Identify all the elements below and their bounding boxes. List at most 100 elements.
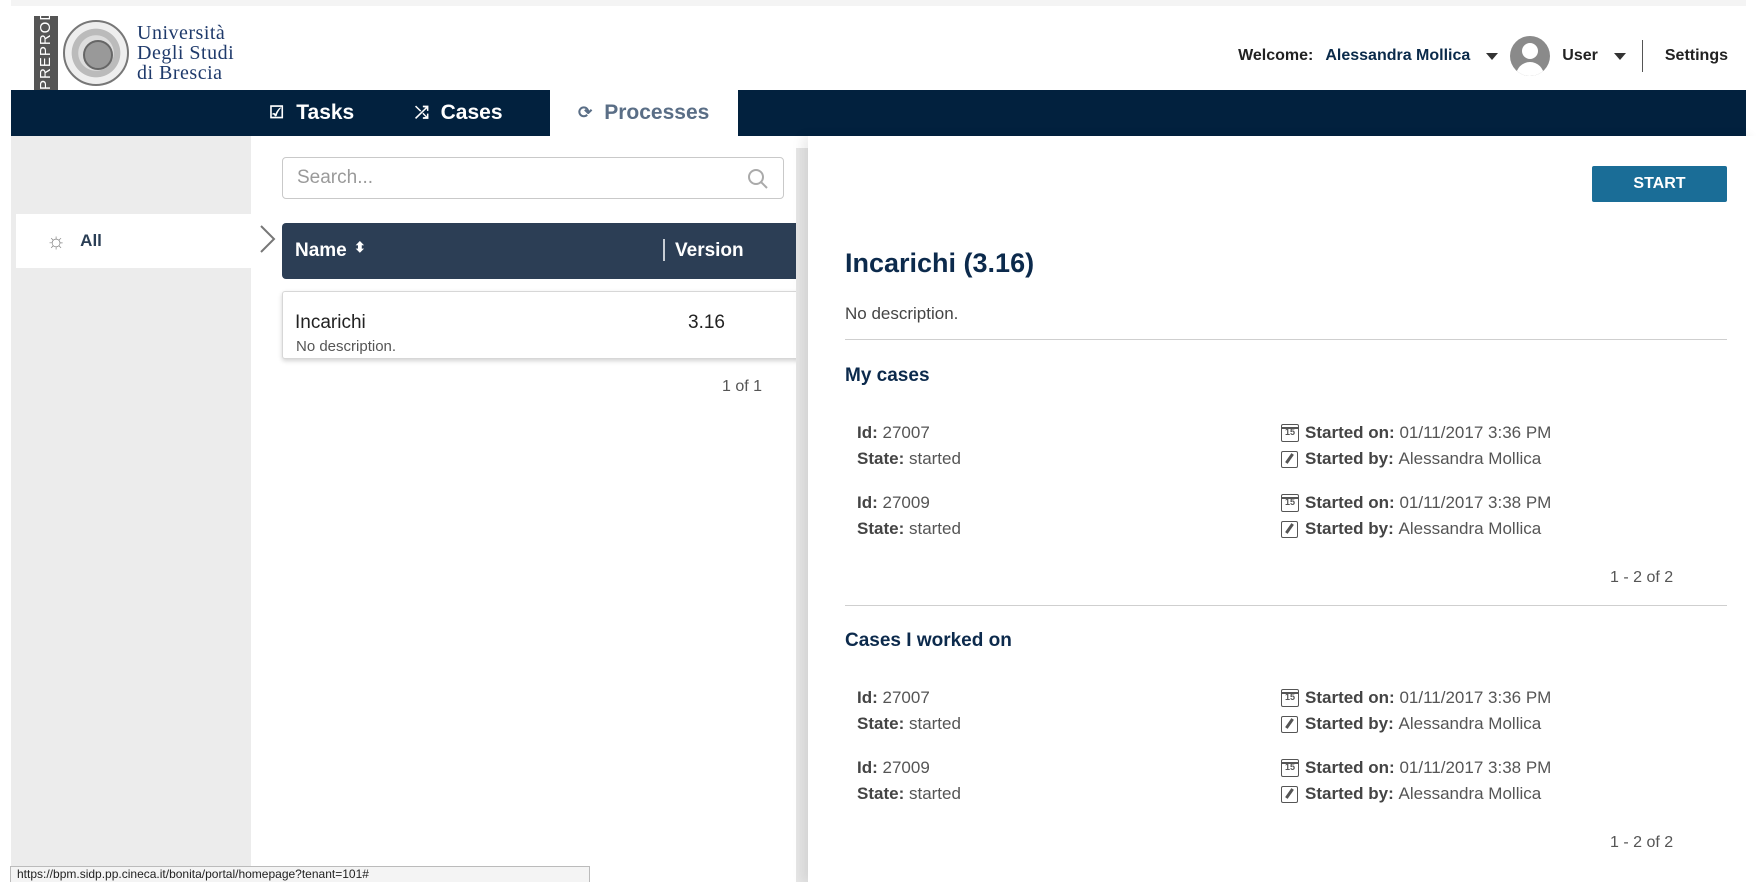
case-id: Id: 27007 <box>857 423 930 443</box>
case-state-value: started <box>908 449 961 468</box>
started-on-value: 01/11/2017 3:36 PM <box>1399 688 1552 707</box>
started-by-value: Alessandra Mollica <box>1398 714 1542 733</box>
started-on-label: Started on: <box>1305 758 1395 777</box>
search-field[interactable] <box>282 157 784 199</box>
university-name-line1: Università <box>137 22 226 44</box>
sidebar-item-all[interactable]: ☼ All <box>16 214 252 268</box>
case-id: Id: 27009 <box>857 758 930 778</box>
preprod-badge: PREPROD <box>34 9 58 90</box>
process-detail-description: No description. <box>845 304 959 323</box>
list-scrollbar[interactable] <box>796 148 808 882</box>
case-started-on: 15 Started on: 01/11/2017 3:38 PM <box>1281 493 1551 513</box>
case-id-label: Id: <box>857 758 878 777</box>
tab-processes-label: Processes <box>604 101 710 124</box>
divider <box>845 339 1727 340</box>
sun-icon: ☼ <box>46 228 67 253</box>
edit-icon <box>1281 450 1298 468</box>
case-state-label: State: <box>857 714 905 733</box>
started-on-label: Started on: <box>1305 423 1395 442</box>
profile-label[interactable]: User <box>1562 47 1598 65</box>
search-icon[interactable] <box>747 168 769 190</box>
worked-on-pager: 1 - 2 of 2 <box>1610 834 1674 851</box>
started-by-value: Alessandra Mollica <box>1398 519 1542 538</box>
app-header: PREPROD Università Degli Studi di Bresci… <box>11 0 1746 90</box>
column-header-name[interactable]: Name <box>295 240 347 262</box>
case-item[interactable]: Id: 27009 State: started 15 Started on: 0… <box>857 758 1717 808</box>
case-started-by: Started by: Alessandra Mollica <box>1281 519 1541 539</box>
case-state: State: started <box>857 714 961 734</box>
case-item[interactable]: Id: 27007 State: started 15 Started on: 0… <box>857 423 1717 473</box>
welcome-label: Welcome: <box>1238 47 1314 64</box>
university-name-line3: di Brescia <box>137 62 223 84</box>
profile-dropdown-caret-icon[interactable] <box>1613 52 1626 60</box>
case-item[interactable]: Id: 27009 State: started 15 Started on: 0… <box>857 493 1717 543</box>
university-name: Università Degli Studi di Brescia <box>137 23 234 83</box>
tab-cases-label: Cases <box>440 101 503 124</box>
case-state-label: State: <box>857 784 905 803</box>
tab-cases[interactable]: ⤮ Cases <box>415 90 503 136</box>
calendar-icon: 15 <box>1281 494 1299 512</box>
avatar[interactable] <box>1510 36 1551 76</box>
case-state-label: State: <box>857 519 905 538</box>
process-list-header: Name ⬍ Version <box>282 223 808 279</box>
university-name-line2: Degli Studi <box>137 42 235 64</box>
user-menu-area: Welcome: Alessandra Mollica User Setting… <box>1238 36 1728 76</box>
case-started-on: 15 Started on: 01/11/2017 3:38 PM <box>1281 758 1551 778</box>
university-logo[interactable]: PREPROD Università Degli Studi di Bresci… <box>34 9 234 90</box>
status-bar-url: https://bpm.sidp.pp.cineca.it/bonita/por… <box>10 866 590 882</box>
search-input[interactable] <box>297 167 737 189</box>
case-item[interactable]: Id: 27007 State: started 15 Started on: 0… <box>857 688 1717 738</box>
start-button[interactable]: START <box>1592 166 1727 202</box>
edit-icon <box>1281 520 1298 538</box>
process-name: Incarichi <box>295 312 366 333</box>
case-id-value: 27007 <box>882 688 930 707</box>
tab-processes[interactable]: ⟳ Processes <box>550 90 738 136</box>
process-description: No description. <box>296 338 397 355</box>
started-by-label: Started by: <box>1305 449 1394 468</box>
case-id: Id: 27009 <box>857 493 930 513</box>
case-id-label: Id: <box>857 688 878 707</box>
started-on-value: 01/11/2017 3:36 PM <box>1399 423 1552 442</box>
sidebar-item-label: All <box>80 231 102 250</box>
process-detail-panel: START Incarichi (3.16) No description. M… <box>808 136 1756 882</box>
case-state-value: started <box>908 519 961 538</box>
case-id-value: 27009 <box>882 758 930 777</box>
case-started-on: 15 Started on: 01/11/2017 3:36 PM <box>1281 423 1551 443</box>
case-id-label: Id: <box>857 423 878 442</box>
chevron-right-icon <box>260 225 276 253</box>
calendar-icon: 15 <box>1281 424 1299 442</box>
process-row[interactable]: Incarichi No description. 3.16 <box>282 291 808 359</box>
case-started-by: Started by: Alessandra Mollica <box>1281 449 1541 469</box>
calendar-icon: 15 <box>1281 689 1299 707</box>
started-by-value: Alessandra Mollica <box>1398 784 1542 803</box>
worked-on-title: Cases I worked on <box>845 630 1012 651</box>
edit-icon <box>1281 785 1298 803</box>
user-dropdown-caret-icon[interactable] <box>1486 52 1499 60</box>
sort-icon[interactable]: ⬍ <box>354 239 366 256</box>
case-state: State: started <box>857 519 961 539</box>
process-version: 3.16 <box>688 312 725 333</box>
started-by-value: Alessandra Mollica <box>1398 449 1542 468</box>
checkbox-icon: ☑ <box>269 103 285 122</box>
started-on-value: 01/11/2017 3:38 PM <box>1399 758 1552 777</box>
university-seal-icon <box>63 20 129 86</box>
column-divider <box>663 239 665 261</box>
column-header-version[interactable]: Version <box>675 240 744 262</box>
welcome-user-name[interactable]: Alessandra Mollica <box>1325 47 1470 65</box>
case-state-value: started <box>908 714 961 733</box>
shuffle-icon: ⤮ <box>415 103 429 122</box>
started-on-label: Started on: <box>1305 688 1395 707</box>
tab-tasks[interactable]: ☑ Tasks <box>269 90 354 136</box>
process-icon: ⟳ <box>578 103 593 122</box>
started-on-label: Started on: <box>1305 493 1395 512</box>
case-state-value: started <box>908 784 961 803</box>
started-by-label: Started by: <box>1305 714 1394 733</box>
case-id: Id: 27007 <box>857 688 930 708</box>
settings-link[interactable]: Settings <box>1665 47 1728 65</box>
case-state: State: started <box>857 784 961 804</box>
process-list-pager: 1 of 1 <box>722 378 763 395</box>
tab-tasks-label: Tasks <box>296 101 355 124</box>
case-id-value: 27007 <box>882 423 930 442</box>
edit-icon <box>1281 715 1298 733</box>
calendar-icon: 15 <box>1281 759 1299 777</box>
